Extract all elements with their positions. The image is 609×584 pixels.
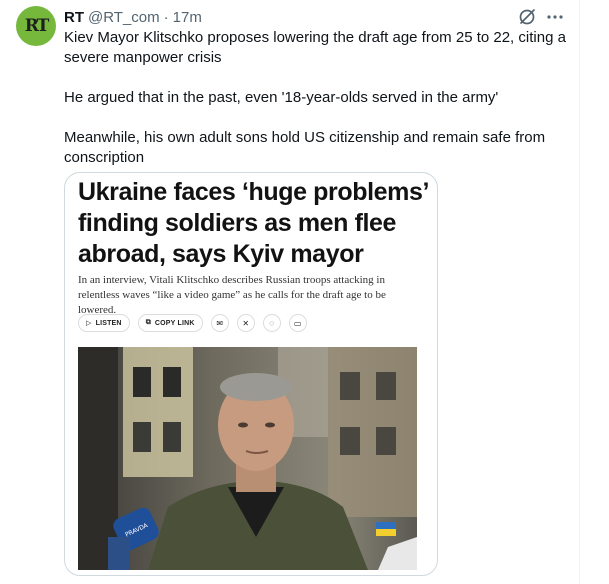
more-icon[interactable] [545,7,565,27]
more-share-icon: ▭ [288,314,307,332]
tweet-line-2: He argued that in the past, even '18-yea… [64,89,499,106]
separator-dot: · [163,9,169,26]
tweet[interactable]: RT RT @RT_com · 17m Kiev Mayor Klitschko… [0,0,580,584]
copy-link-button: ⧉ COPY LINK [137,314,203,332]
x-icon: ✕ [236,314,255,332]
tweet-line-3: Meanwhile, his own adult sons hold US ci… [64,129,546,166]
play-icon: ▷ [86,320,92,327]
avatar[interactable]: RT [16,6,56,46]
whatsapp-icon: ◌ [262,314,281,332]
article-screenshot[interactable]: Ukraine faces ‘huge problems’ finding so… [64,172,438,576]
tweet-text: Kiev Mayor Klitschko proposes lowering t… [64,28,569,168]
article-actions: ▷ LISTEN ⧉ COPY LINK ✉ ✕ ◌ ▭ [78,314,307,332]
tweet-header: RT @RT_com · 17m [64,8,202,28]
mail-icon: ✉ [210,314,229,332]
author-name[interactable]: RT [64,8,84,28]
article-dek: In an interview, Vitali Klitschko descri… [78,274,386,316]
link-icon: ⧉ [145,319,151,326]
listen-label: LISTEN [95,319,122,327]
listen-button: ▷ LISTEN [78,314,130,332]
tweet-line-1: Kiev Mayor Klitschko proposes lowering t… [64,29,566,66]
article-headline: Ukraine faces ‘huge problems’ finding so… [78,178,428,268]
copy-link-label: COPY LINK [154,319,195,327]
timestamp[interactable]: 17m [173,8,202,28]
rt-logo: RT [24,16,50,36]
author-handle[interactable]: @RT_com [88,8,160,28]
article-photo: PRAVDA [78,347,417,570]
grok-icon[interactable] [517,7,537,27]
